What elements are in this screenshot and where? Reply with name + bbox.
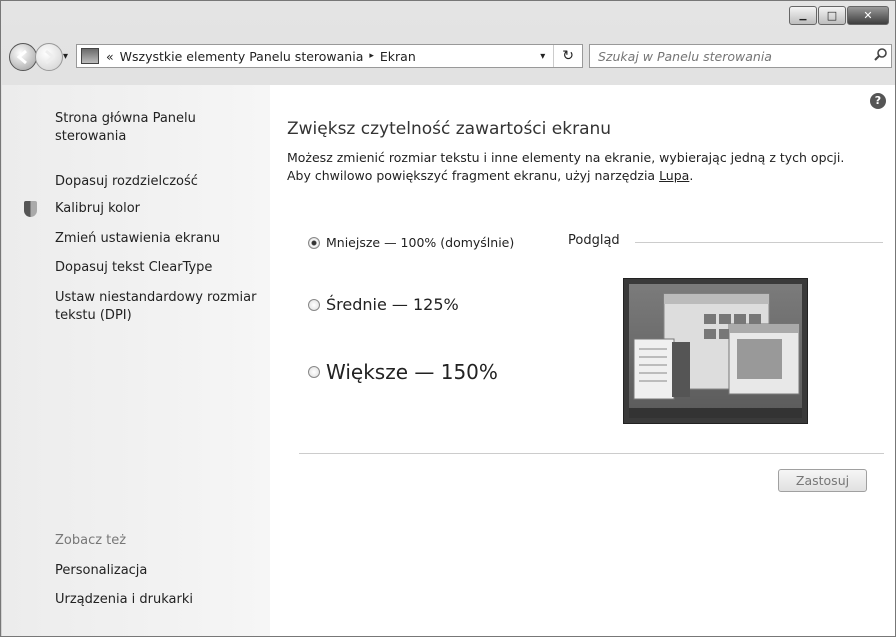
options-divider <box>299 453 884 454</box>
page-title: Zwiększ czytelność zawartości ekranu <box>287 119 612 139</box>
sidebar-item-calibrate-color[interactable]: Kalibruj kolor <box>55 200 140 218</box>
address-bar[interactable]: « Wszystkie elementy Panelu sterowania ▸… <box>76 44 583 68</box>
description-line-2-end: . <box>689 168 694 183</box>
preview-image <box>623 278 808 424</box>
close-icon: ✕ <box>863 9 873 22</box>
sidebar: Strona główna Panelu sterowania Dopasuj … <box>2 85 270 636</box>
radio-smaller[interactable] <box>308 236 320 249</box>
apply-button[interactable]: Zastosuj <box>778 469 867 492</box>
preview-screen <box>629 284 802 418</box>
window-controls: ▁ □ ✕ <box>788 6 889 25</box>
shield-icon <box>24 201 37 217</box>
control-panel-window: ▁ □ ✕ ▾ « Wszystkie elementy Panelu ster… <box>0 0 896 637</box>
address-overflow-chevron[interactable]: « <box>103 49 117 64</box>
sidebar-item-display-settings[interactable]: Zmień ustawienia ekranu <box>55 230 220 248</box>
see-also-heading: Zobacz też <box>55 533 127 548</box>
radio-medium[interactable] <box>308 298 320 311</box>
option-larger[interactable]: Większe — 150% <box>308 360 498 384</box>
breadcrumb-all-items[interactable]: Wszystkie elementy Panelu sterowania <box>117 49 367 64</box>
search-icon[interactable] <box>871 47 891 65</box>
option-larger-label: Większe — 150% <box>326 360 498 384</box>
recent-pages-dropdown[interactable]: ▾ <box>63 51 68 62</box>
magnifier-link[interactable]: Lupa <box>659 168 689 183</box>
option-smaller-label: Mniejsze — 100% (domyślnie) <box>326 235 515 250</box>
refresh-button[interactable]: ↻ <box>554 48 582 64</box>
preview-label: Podgląd <box>568 233 620 248</box>
forward-arrow-icon <box>45 49 56 65</box>
maximize-button[interactable]: □ <box>818 6 846 25</box>
description-line-2-text: Aby chwilowo powiększyć fragment ekranu,… <box>287 168 660 183</box>
maximize-icon: □ <box>826 9 838 22</box>
help-icon[interactable]: ? <box>870 93 886 109</box>
search-box[interactable] <box>589 44 892 68</box>
page-description: Możesz zmienić rozmiar tekstu i inne ele… <box>287 149 844 185</box>
sidebar-item-devices-printers[interactable]: Urządzenia i drukarki <box>55 591 193 609</box>
title-bar: ▁ □ ✕ <box>1 1 895 27</box>
preview-windows-illustration <box>629 293 802 418</box>
sidebar-item-custom-dpi[interactable]: Ustaw niestandardowy rozmiar tekstu (DPI… <box>55 289 267 325</box>
description-line-1: Możesz zmienić rozmiar tekstu i inne ele… <box>287 150 845 165</box>
sidebar-item-personalization[interactable]: Personalizacja <box>55 562 147 580</box>
option-medium[interactable]: Średnie — 125% <box>308 295 459 314</box>
address-dropdown-button[interactable]: ▾ <box>532 45 555 67</box>
sidebar-home-link[interactable]: Strona główna Panelu sterowania <box>55 110 245 146</box>
navigation-bar: ▾ « Wszystkie elementy Panelu sterowania… <box>1 27 895 85</box>
preview-divider <box>635 242 883 243</box>
forward-button[interactable] <box>35 43 63 71</box>
breadcrumb-display[interactable]: Ekran <box>377 49 419 64</box>
close-button[interactable]: ✕ <box>847 6 889 25</box>
minimize-button[interactable]: ▁ <box>789 6 817 25</box>
content-area: Strona główna Panelu sterowania Dopasuj … <box>2 85 895 636</box>
back-button[interactable] <box>9 43 37 71</box>
sidebar-item-resolution[interactable]: Dopasuj rozdzielczość <box>55 173 198 191</box>
breadcrumb-separator-icon[interactable]: ▸ <box>366 51 377 61</box>
main-panel: ? Zwiększ czytelność zawartości ekranu M… <box>270 85 895 636</box>
back-arrow-icon <box>16 49 27 65</box>
radio-larger[interactable] <box>308 366 320 378</box>
description-line-2: Aby chwilowo powiększyć fragment ekranu,… <box>287 167 844 185</box>
sidebar-item-cleartype[interactable]: Dopasuj tekst ClearType <box>55 259 212 277</box>
minimize-icon: ▁ <box>799 10 807 21</box>
option-smaller[interactable]: Mniejsze — 100% (domyślnie) <box>308 235 514 250</box>
control-panel-icon <box>81 48 99 64</box>
option-medium-label: Średnie — 125% <box>326 295 459 314</box>
search-input[interactable] <box>590 47 871 65</box>
